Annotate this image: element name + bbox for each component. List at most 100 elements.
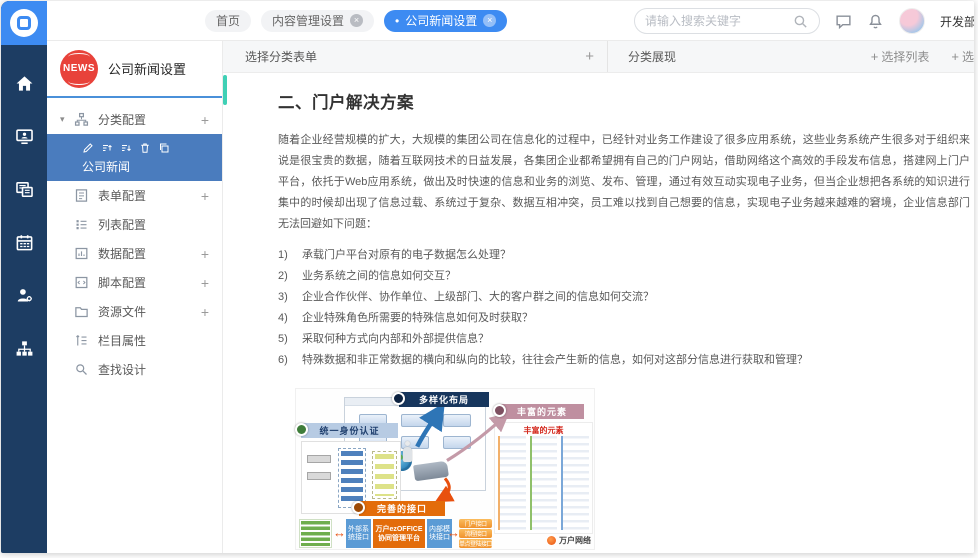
sidebar-item-label: 数据配置 <box>98 245 201 262</box>
calendar-icon[interactable] <box>14 232 34 252</box>
tree-icon <box>74 112 89 127</box>
doc-heading: 二、门户解决方案 <box>278 89 946 113</box>
tab-home-label: 首页 <box>216 12 240 29</box>
avatar[interactable] <box>899 8 925 34</box>
message-icon[interactable] <box>835 13 852 30</box>
label-diverse-layout: 多样化布局 <box>399 392 489 407</box>
bidirectional-arrow-icon: ↔ <box>333 525 346 540</box>
org-icon[interactable] <box>14 338 34 358</box>
sidebar-item-column-attributes[interactable]: ▾ 栏目属性 <box>47 326 222 355</box>
content-icon[interactable] <box>14 179 34 199</box>
sort-up-icon[interactable] <box>101 142 113 154</box>
badge-icon <box>295 423 308 436</box>
caret-down-icon[interactable]: ▾ <box>60 114 74 125</box>
add-script-button[interactable]: + <box>201 275 209 291</box>
document-preview: 二、门户解决方案 随着企业经营规模的扩大，大规模的集团公司在信息化的过程中，已经… <box>223 73 974 553</box>
flow-interface-label: 流程接口 <box>459 529 492 538</box>
module-list <box>299 519 332 548</box>
attributes-icon <box>74 333 89 348</box>
script-icon <box>74 275 89 290</box>
add-data-button[interactable]: + <box>201 246 209 262</box>
list-item: 5)采取何种方式向内部和外部提供信息？ <box>278 329 946 350</box>
external-interface-box: 外部系统接口 <box>346 519 371 548</box>
user-admin-icon[interactable] <box>14 285 34 305</box>
news-logo: NEWS <box>60 50 98 88</box>
sidebar-item-resource-files[interactable]: ▾ 资源文件 + <box>47 297 222 326</box>
sidebar-item-search-design[interactable]: ▾ 查找设计 <box>47 355 222 384</box>
sidebar-item-label: 查找设计 <box>98 361 209 378</box>
module-title: 公司新闻设置 <box>108 59 186 78</box>
elements-panel: 丰富的元素 <box>494 422 593 534</box>
sidebar-item-company-news-selected[interactable]: 公司新闻 <box>47 134 222 181</box>
data-chart-icon <box>74 246 89 261</box>
tab-content-settings[interactable]: 内容管理设置 × <box>261 10 374 32</box>
list-item: 6)特殊数据和非正常数据的横向和纵向的比较，往往会产生新的信息，如何对这部分信息… <box>278 350 946 371</box>
sidebar: NEWS 公司新闻设置 ▾ 分类配置 + 公司新闻 ▾ <box>47 41 223 553</box>
edit-icon[interactable] <box>82 142 94 154</box>
vendor-logo-icon <box>547 536 556 545</box>
search-box <box>634 8 820 34</box>
copy-icon[interactable] <box>158 142 170 154</box>
folder-icon <box>74 304 89 319</box>
sort-down-icon[interactable] <box>120 142 132 154</box>
add-resource-button[interactable]: + <box>201 304 209 320</box>
badge-icon <box>392 392 405 405</box>
panel-title: 分类展现 <box>628 48 676 65</box>
close-icon[interactable]: × <box>483 14 496 27</box>
sso-interface-label: 单点登陆接口 <box>459 539 492 548</box>
account-list <box>372 451 397 499</box>
sidebar-item-form-config[interactable]: ▾ 表单配置 + <box>47 181 222 210</box>
home-icon[interactable] <box>14 73 34 93</box>
select-more-button[interactable]: +选择 <box>951 48 974 65</box>
magnifier-icon <box>74 362 89 377</box>
search-icon[interactable] <box>792 13 809 30</box>
add-form-button[interactable]: + <box>201 188 209 204</box>
content-area: 选择分类表单 + 分类展现 +选择列表 +选择 二、门户解决方案 随着企业经营规… <box>223 41 974 553</box>
meeting-icon[interactable] <box>14 126 34 146</box>
question-list: 1)承载门户平台对原有的电子数据怎么处理？ 2)业务系统之间的信息如何交互？ 3… <box>278 245 946 371</box>
sidebar-menu: ▾ 分类配置 + 公司新闻 ▾ 表单配置 + <box>47 98 222 384</box>
solution-diagram-image: 丰富的元素 多样化布局 统一身份认证 丰富的元素 <box>295 388 595 550</box>
sidebar-item-category-config[interactable]: ▾ 分类配置 + <box>47 105 222 134</box>
panel-category-display: 分类展现 +选择列表 +选择 <box>608 41 974 72</box>
app-logo-icon <box>10 9 38 37</box>
screen: 首页 内容管理设置 × • 公司新闻设置 × <box>0 0 978 558</box>
sidebar-item-label: 栏目属性 <box>98 332 209 349</box>
tab-company-news-settings[interactable]: • 公司新闻设置 × <box>384 10 507 32</box>
panel-select-category-form: 选择分类表单 + <box>223 41 608 72</box>
list-item: 3)企业合作伙伴、协作单位、上级部门、大的客户群之间的信息如何交流？ <box>278 287 946 308</box>
username[interactable]: 开发部肖 <box>940 13 974 30</box>
app-window: 首页 内容管理设置 × • 公司新闻设置 × <box>1 1 974 553</box>
add-category-button[interactable]: + <box>201 112 209 128</box>
vendor-logo: 万户网络 <box>547 535 591 546</box>
select-list-button[interactable]: +选择列表 <box>871 48 930 65</box>
tab-company-news-label: 公司新闻设置 <box>405 12 477 29</box>
scrollbar-thumb[interactable] <box>223 75 227 105</box>
tab-home[interactable]: 首页 <box>205 10 251 32</box>
label-complete-interface: 完善的接口 <box>359 501 445 516</box>
bell-icon[interactable] <box>867 13 884 30</box>
app-logo[interactable] <box>1 1 47 45</box>
list-item: 1)承载门户平台对原有的电子数据怎么处理？ <box>278 245 946 266</box>
badge-icon <box>493 404 506 417</box>
sidebar-item-script-config[interactable]: ▾ 脚本配置 + <box>47 268 222 297</box>
tab-content-settings-label: 内容管理设置 <box>272 12 344 29</box>
add-category-form-button[interactable]: + <box>585 48 594 65</box>
panel-title: 选择分类表单 <box>245 48 317 65</box>
module-header: NEWS 公司新闻设置 <box>47 41 222 98</box>
system-list <box>338 448 366 508</box>
search-input[interactable] <box>645 14 786 28</box>
sidebar-item-data-config[interactable]: ▾ 数据配置 + <box>47 239 222 268</box>
sidebar-item-label: 列表配置 <box>98 216 209 233</box>
sidebar-item-list-config[interactable]: ▾ 列表配置 <box>47 210 222 239</box>
label-rich-elements: 丰富的元素 <box>500 404 584 419</box>
selected-category-label: 公司新闻 <box>82 158 210 175</box>
panel-header-label: 丰富的元素 <box>498 425 589 436</box>
delete-icon[interactable] <box>139 142 151 154</box>
close-icon[interactable]: × <box>350 14 363 27</box>
sidebar-item-label: 脚本配置 <box>98 274 201 291</box>
label-unified-identity: 统一身份认证 <box>301 423 398 438</box>
topbar: 首页 内容管理设置 × • 公司新闻设置 × <box>47 1 974 41</box>
content-header: 选择分类表单 + 分类展现 +选择列表 +选择 <box>223 41 974 73</box>
breadcrumb-tabs: 首页 内容管理设置 × • 公司新闻设置 × <box>205 10 507 32</box>
